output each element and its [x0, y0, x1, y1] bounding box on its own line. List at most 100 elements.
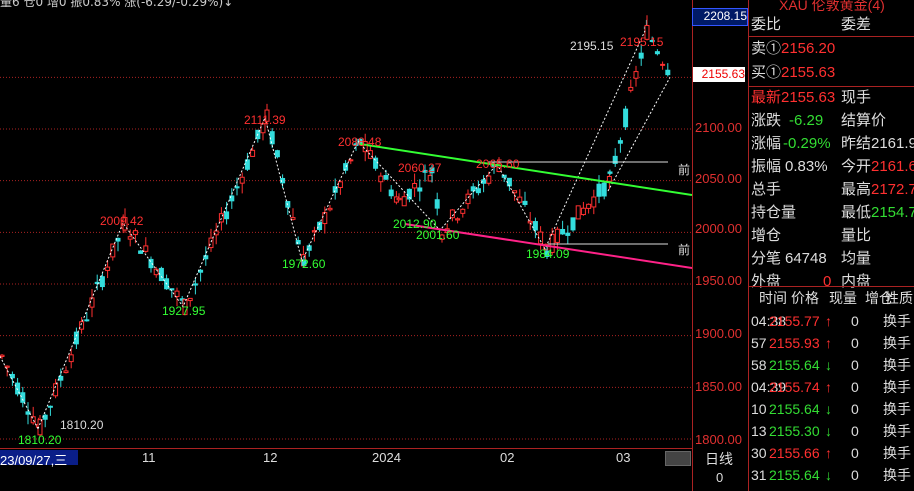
tick-volume: 0: [851, 445, 859, 461]
candle-body: [244, 159, 250, 170]
candle-body: [187, 297, 193, 302]
tick-volume: 0: [851, 467, 859, 483]
latest-price: 2155.63: [781, 89, 836, 106]
month-label: 03: [616, 450, 631, 465]
tick-nature: 换手: [883, 445, 911, 461]
pivot-label: 2088.48: [338, 135, 382, 149]
axis-top-value: 2208.15: [692, 8, 748, 26]
position-label: 持仓量: [751, 204, 797, 221]
add-pos-label: 增仓: [751, 227, 782, 244]
candle-body: [607, 171, 613, 174]
trend-lines: [0, 30, 693, 429]
candle-body: [388, 189, 394, 197]
avg-label: 均量: [841, 250, 872, 267]
candle-body: [42, 414, 48, 420]
tick-arrow: ↑: [825, 313, 832, 329]
tick-volume: 0: [851, 379, 859, 395]
candle-body: [25, 411, 31, 415]
price-axis-label: 2050.00: [695, 171, 742, 186]
candle-body: [601, 182, 607, 197]
pivot-label: 1810.20: [60, 418, 104, 432]
candle-body: [417, 187, 423, 192]
tick-nature: 换手: [883, 379, 911, 395]
latest-label: 最新: [751, 89, 782, 106]
candle-body: [250, 149, 256, 157]
ticks-label: 分笔: [751, 250, 782, 267]
chart-scroll-button[interactable]: [665, 451, 691, 466]
change-pct-label: 涨幅: [751, 135, 782, 152]
candle-body: [449, 209, 455, 219]
candle-body: [348, 159, 354, 162]
amplitude-value: 0.83%: [785, 158, 828, 175]
tick-arrow: ↑: [825, 335, 832, 351]
pivot-label: 1927.95: [162, 304, 206, 318]
volume-zero-label: 0: [716, 470, 724, 485]
zigzag-line: [607, 77, 671, 192]
pivot-label: 2111.39: [244, 113, 286, 127]
candle-body: [586, 203, 592, 209]
candle-body: [532, 221, 538, 231]
candle-body: [105, 266, 111, 271]
candle-body: [660, 63, 666, 66]
axis-current-price: 2155.63: [693, 67, 745, 82]
tick-volume: 0: [851, 335, 859, 351]
candle-body: [606, 176, 612, 182]
candle-body: [522, 200, 528, 205]
candle-body: [138, 250, 144, 254]
candle-body: [517, 196, 523, 203]
line-tag: 前: [678, 242, 690, 257]
tick-price: 2155.77: [769, 313, 820, 329]
candle-body: [9, 373, 15, 379]
settle-label: 结算价: [841, 112, 887, 129]
tick-price: 2155.74: [769, 379, 820, 395]
chart-canvas[interactable]: 1810.201810.20 2009.42 1927.95 2111.39 1972.…: [0, 0, 693, 448]
candle-body: [596, 183, 602, 197]
candle-body: [58, 375, 64, 381]
price-axis-label: 1850.00: [695, 379, 742, 394]
tick-price: 2155.64: [769, 467, 820, 483]
tick-time: 10: [751, 401, 767, 417]
candle-body: [617, 140, 623, 144]
cursor-date-box: 23/09/27,三: [0, 450, 78, 468]
tick-arrow: ↑: [825, 445, 832, 461]
candle-body: [383, 175, 389, 180]
candle-body: [628, 86, 634, 91]
tick-nature: 换手: [883, 467, 911, 483]
time-axis: 23/09/27,三 11 12 2024 02 03: [0, 448, 692, 468]
month-label: 11: [142, 450, 156, 465]
tick-arrow: ↓: [825, 423, 832, 439]
tick-nature: 换手: [883, 313, 911, 329]
candle-body: [143, 245, 149, 252]
tick-time: 57: [751, 335, 767, 351]
month-label: 2024: [372, 450, 401, 465]
candlestick-chart[interactable]: 1810.20 1810.20 2009.42 1927.95 2111.39 1972.…: [0, 0, 693, 491]
pivot-label: 1972.60: [282, 257, 326, 271]
tick-price: 2155.64: [769, 357, 820, 373]
tick-volume: 0: [851, 357, 859, 373]
tick-header-nature: 性质: [885, 290, 913, 306]
tick-price: 2155.93: [769, 335, 820, 351]
tick-nature: 换手: [883, 401, 911, 417]
quote-panel: XAU 伦敦黄金(4) 委比 委差 卖① 2156.20 买① 2155.63 …: [748, 0, 914, 491]
tick-time: 13: [751, 423, 767, 439]
candle-body: [475, 188, 481, 194]
sell-price: 2156.20: [781, 40, 836, 57]
candle-body: [455, 218, 461, 221]
tick-time: 58: [751, 357, 767, 373]
candle-body: [234, 186, 240, 189]
candle-body: [506, 177, 512, 187]
price-axis-label: 1800.00: [695, 432, 742, 447]
tick-volume: 0: [851, 313, 859, 329]
zigzag-line: [0, 356, 39, 429]
candle-body: [224, 211, 230, 220]
month-label: 12: [263, 450, 278, 465]
buy-label: 买①: [751, 64, 782, 81]
candle-body: [132, 230, 138, 236]
tick-header-price: 价格: [791, 290, 819, 306]
period-selector[interactable]: 日线: [705, 449, 733, 469]
candle-body: [465, 193, 471, 205]
ticks-value: 64748: [785, 250, 827, 267]
candle-body: [501, 174, 507, 178]
candle-body: [486, 175, 492, 184]
line-tag: 前: [678, 162, 690, 177]
